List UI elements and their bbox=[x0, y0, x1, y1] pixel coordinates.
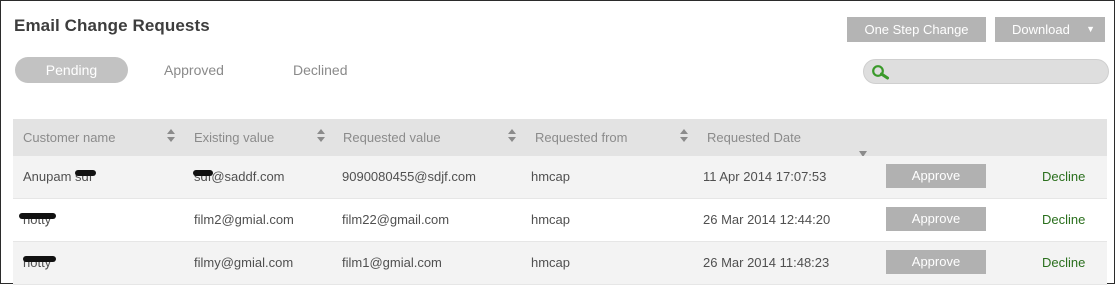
requests-table: Customer name Existing value Requested v… bbox=[13, 119, 1107, 285]
sort-both-icon[interactable] bbox=[508, 119, 516, 156]
tab-pending[interactable]: Pending bbox=[15, 57, 128, 83]
table-row: Anupam sdf sdf@saddf.com 9090080455@sdjf… bbox=[13, 156, 1107, 199]
redaction-mark bbox=[75, 170, 96, 176]
one-step-change-button[interactable]: One Step Change bbox=[847, 17, 986, 42]
customer-name-cell: hotty bbox=[23, 199, 51, 240]
existing-value-cell: film2@gmial.com bbox=[194, 212, 294, 227]
page-title: Email Change Requests bbox=[14, 16, 210, 35]
existing-value-cell: sdf@saddf.com bbox=[194, 169, 285, 184]
requested-from-cell: hmcap bbox=[531, 255, 571, 270]
table-header: Customer name Existing value Requested v… bbox=[13, 119, 1107, 157]
requested-from-cell: hmcap bbox=[531, 212, 571, 227]
search-input[interactable] bbox=[892, 62, 1106, 83]
download-label: Download bbox=[1012, 22, 1070, 37]
requested-value-cell: film22@gmail.com bbox=[342, 212, 450, 227]
requested-value-cell: 9090080455@sdjf.com bbox=[342, 169, 476, 184]
col-existing-value-label: Existing value bbox=[194, 130, 275, 145]
tab-declined[interactable]: Declined bbox=[293, 57, 347, 83]
email-change-requests-panel: Email Change Requests One Step Change Do… bbox=[0, 0, 1115, 285]
sort-both-icon[interactable] bbox=[167, 119, 175, 156]
sort-both-icon[interactable] bbox=[317, 119, 325, 156]
search-icon[interactable] bbox=[871, 64, 891, 85]
col-customer-name[interactable]: Customer name bbox=[23, 119, 115, 156]
requested-date-cell: 26 Mar 2014 11:48:23 bbox=[703, 255, 830, 270]
redaction-mark bbox=[19, 213, 56, 219]
col-requested-value-label: Requested value bbox=[343, 130, 441, 145]
tab-approved[interactable]: Approved bbox=[164, 57, 224, 83]
decline-link[interactable]: Decline bbox=[1042, 199, 1085, 240]
requested-date-cell: 11 Apr 2014 17:07:53 bbox=[703, 169, 827, 184]
approve-button[interactable]: Approve bbox=[886, 164, 986, 188]
col-requested-from-label: Requested from bbox=[535, 130, 628, 145]
customer-name-cell: Anupam sdf bbox=[23, 156, 92, 197]
col-customer-name-label: Customer name bbox=[23, 130, 116, 145]
customer-name-cell: hotty bbox=[23, 242, 51, 283]
approve-button[interactable]: Approve bbox=[886, 250, 986, 274]
decline-link[interactable]: Decline bbox=[1042, 156, 1085, 197]
search-box bbox=[863, 59, 1109, 84]
download-button[interactable]: Download ▼ bbox=[995, 17, 1105, 42]
col-existing-value[interactable]: Existing value bbox=[194, 119, 274, 156]
requested-date-cell: 26 Mar 2014 12:44:20 bbox=[703, 212, 831, 227]
decline-link[interactable]: Decline bbox=[1042, 242, 1085, 283]
table-row: hotty filmy@gmial.com film1@gmial.com hm… bbox=[13, 242, 1107, 285]
dropdown-caret-icon: ▼ bbox=[1086, 24, 1095, 34]
col-requested-from[interactable]: Requested from bbox=[535, 119, 628, 156]
col-requested-date[interactable]: Requested Date bbox=[707, 119, 801, 156]
requested-value-cell: film1@gmial.com bbox=[342, 255, 442, 270]
redaction-mark bbox=[23, 256, 56, 262]
col-requested-date-label: Requested Date bbox=[707, 130, 801, 145]
table-row: hotty film2@gmial.com film22@gmail.com h… bbox=[13, 199, 1107, 242]
existing-value-cell: filmy@gmial.com bbox=[194, 255, 294, 270]
approve-button[interactable]: Approve bbox=[886, 207, 986, 231]
sort-both-icon[interactable] bbox=[680, 119, 688, 156]
requested-from-cell: hmcap bbox=[531, 169, 571, 184]
redaction-mark bbox=[193, 170, 213, 176]
col-requested-value[interactable]: Requested value bbox=[343, 119, 441, 156]
